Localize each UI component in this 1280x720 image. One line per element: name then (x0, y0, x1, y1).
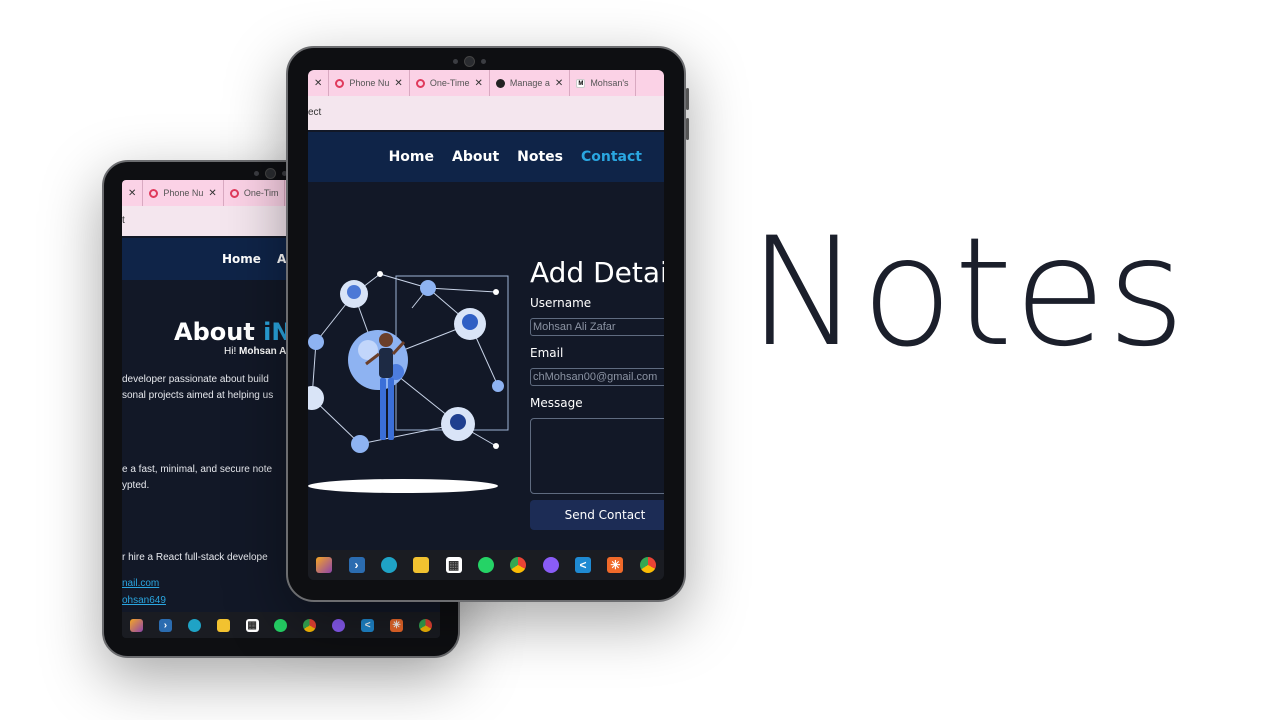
close-icon[interactable]: ✕ (208, 188, 216, 199)
github-desktop-icon[interactable] (332, 618, 346, 632)
terminal-icon[interactable]: › (158, 618, 172, 632)
tab-label: Phone Nu (349, 78, 390, 88)
message-field[interactable] (530, 418, 664, 494)
form-title: Add Details (530, 256, 664, 289)
terminal-icon[interactable]: › (348, 557, 365, 573)
os-taskbar: › ▦ < ✳ (122, 612, 440, 638)
globe-icon (229, 188, 239, 198)
edge-icon[interactable] (380, 557, 397, 573)
browser-tab[interactable]: ✕ (308, 70, 330, 96)
vscode-icon[interactable]: < (361, 618, 375, 632)
username-label: Username (530, 296, 592, 310)
app-icon[interactable]: ✳ (607, 557, 624, 573)
camera-cluster (254, 168, 287, 179)
browser-tab[interactable]: M Mohsan's (570, 70, 636, 96)
browser-tab[interactable]: ✕ (122, 180, 144, 206)
github-link[interactable]: ohsan649 (122, 595, 166, 606)
about-heading-text: About (174, 318, 264, 346)
github-icon (495, 78, 505, 88)
nav-home[interactable]: Home (389, 149, 434, 165)
address-bar[interactable]: ect (308, 96, 664, 130)
close-icon[interactable]: ✕ (394, 78, 402, 89)
contact-illustration (308, 271, 509, 493)
github-desktop-icon[interactable] (542, 557, 559, 573)
about-paragraph: sonal projects aimed at helping us (122, 390, 274, 401)
about-paragraph: e a fast, minimal, and secure note (122, 464, 273, 475)
chrome-icon[interactable] (639, 557, 656, 573)
globe-icon (149, 188, 159, 198)
tablet-front: ✕ Phone Nu ✕ One-Time ✕ Manage a ✕ M Mohsan'… (286, 46, 689, 602)
about-paragraph: ypted. (122, 480, 150, 491)
chrome-icon[interactable] (510, 557, 527, 573)
os-taskbar: › ▦ < ✳ (308, 550, 664, 580)
close-icon[interactable]: ✕ (314, 78, 322, 89)
browser-tab[interactable]: One-Tim (224, 180, 286, 206)
tab-label: Manage a (509, 78, 550, 88)
m-logo-icon: M (576, 78, 586, 88)
globe-icon (415, 78, 425, 88)
volume-button (686, 88, 689, 110)
file-explorer-icon[interactable] (216, 618, 230, 632)
browser-tab[interactable]: One-Time ✕ (410, 70, 490, 96)
store-icon[interactable]: ▦ (245, 618, 259, 632)
close-icon[interactable]: ✕ (555, 78, 563, 89)
greeting-name: Mohsan A (239, 346, 287, 357)
close-icon[interactable]: ✕ (128, 188, 136, 199)
username-field[interactable]: Mohsan Ali Zafar (530, 318, 664, 336)
message-label: Message (530, 396, 583, 410)
email-field[interactable]: chMohsan00@gmail.com (530, 368, 664, 386)
app-icon[interactable]: ✳ (390, 618, 404, 632)
email-label: Email (530, 346, 564, 360)
about-greeting: Hi! Mohsan A (224, 346, 286, 357)
chrome-icon[interactable] (303, 618, 317, 632)
file-explorer-icon[interactable] (413, 557, 430, 573)
nav-about[interactable]: About (452, 149, 499, 165)
browser-tab[interactable]: Phone Nu ✕ (143, 180, 224, 206)
hero-title: Notes (748, 206, 1187, 380)
copilot-icon[interactable] (129, 618, 143, 632)
nav-contact[interactable]: Contact (581, 149, 642, 165)
tablet-front-screen: ✕ Phone Nu ✕ One-Time ✕ Manage a ✕ M Mohsan'… (308, 70, 664, 580)
edge-icon[interactable] (187, 618, 201, 632)
camera-cluster (453, 56, 486, 67)
site-navbar: Home About Notes Contact (308, 132, 664, 182)
tab-label: Mohsan's (590, 78, 629, 88)
globe-icon (335, 78, 345, 88)
store-icon[interactable]: ▦ (445, 557, 462, 573)
whatsapp-icon[interactable] (477, 557, 494, 573)
browser-tab[interactable]: Manage a ✕ (490, 70, 571, 96)
chrome-icon[interactable] (419, 618, 433, 632)
browser-tab-bar: ✕ Phone Nu ✕ One-Time ✕ Manage a ✕ M Mohsan'… (308, 70, 664, 96)
copilot-icon[interactable] (316, 557, 333, 573)
greeting-prefix: Hi! (224, 346, 239, 357)
email-link[interactable]: nail.com (122, 578, 159, 589)
whatsapp-icon[interactable] (274, 618, 288, 632)
tab-label: One-Tim (243, 188, 279, 198)
nav-home[interactable]: Home (222, 252, 261, 266)
vscode-icon[interactable]: < (575, 557, 592, 573)
power-button (686, 118, 689, 140)
nav-notes[interactable]: Notes (517, 149, 563, 165)
browser-tab[interactable]: Phone Nu ✕ (329, 70, 410, 96)
send-contact-button[interactable]: Send Contact (530, 500, 664, 530)
tab-label: One-Time (429, 78, 470, 88)
about-paragraph: developer passionate about build (122, 374, 269, 385)
tab-label: Phone Nu (163, 188, 204, 198)
close-icon[interactable]: ✕ (475, 78, 483, 89)
about-paragraph: r hire a React full-stack develope (122, 552, 268, 563)
